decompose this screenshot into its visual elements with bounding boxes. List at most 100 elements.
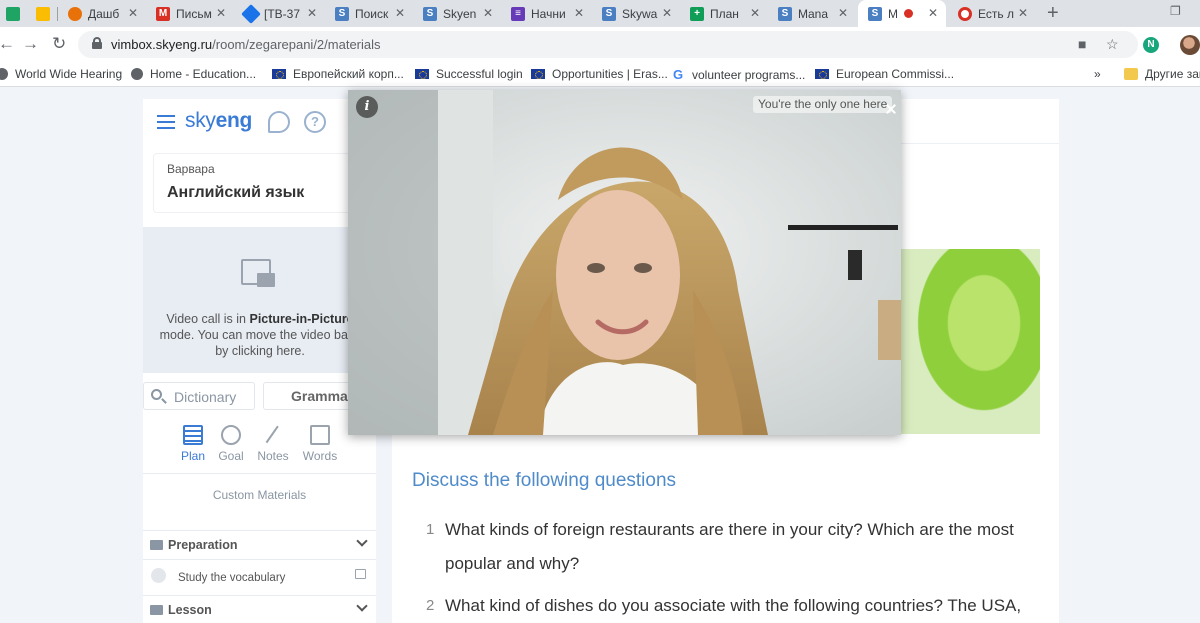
tab-10[interactable]: S Mana ✕ (768, 0, 856, 27)
bookmark-item[interactable]: Home - Education... (131, 67, 256, 81)
close-tab-icon[interactable]: ✕ (216, 6, 226, 20)
tab-9[interactable]: + План ✕ (680, 0, 768, 27)
bookmark-item[interactable]: World Wide Hearing (0, 67, 122, 81)
close-tab-icon[interactable]: ✕ (574, 6, 584, 20)
close-tab-icon[interactable]: ✕ (662, 6, 672, 20)
skyeng-logo[interactable]: skyeng (185, 109, 252, 133)
address-bar[interactable]: vimbox.skyeng.ru/room/zegarepani/2/mater… (78, 31, 1138, 58)
close-tab-icon[interactable]: ✕ (838, 6, 848, 20)
forward-icon[interactable]: → (22, 34, 39, 54)
picture-in-picture-icon (241, 259, 277, 291)
close-icon[interactable] (886, 104, 896, 114)
dictionary-search[interactable]: Dictionary (143, 382, 255, 410)
section-preparation[interactable]: Preparation (143, 530, 376, 558)
section-lesson[interactable]: Lesson (143, 595, 376, 623)
skyeng-s-icon: S (423, 6, 437, 21)
custom-materials-link[interactable]: Custom Materials (143, 488, 376, 502)
course-name: Английский язык (167, 184, 305, 201)
dash-icon (68, 6, 82, 21)
star-icon[interactable]: ☆ (1106, 36, 1119, 53)
lesson-item[interactable]: Study the vocabulary (143, 559, 376, 595)
folder-icon (1124, 68, 1138, 80)
tab-active[interactable]: S М ✕ (858, 0, 946, 27)
close-tab-icon[interactable]: ✕ (928, 6, 938, 20)
bookmark-item[interactable]: Opportunities | Eras... (531, 67, 668, 81)
question-number: 2 (426, 597, 435, 614)
browser-tab-strip: Дашб ✕ M Письм ✕ [ТВ-37 ✕ S Поиск ✕ S Sk… (0, 0, 1200, 27)
tab-6[interactable]: S Skyen ✕ (413, 0, 501, 27)
folder-icon (150, 540, 163, 550)
chevron-down-icon[interactable] (356, 535, 368, 547)
question-text: What kinds of foreign restaurants are th… (445, 520, 1014, 573)
tab-1[interactable] (26, 0, 58, 27)
diamond-icon (241, 3, 261, 24)
url-text[interactable]: vimbox.skyeng.ru/room/zegarepani/2/mater… (111, 37, 381, 52)
globe-icon (131, 68, 143, 80)
extension-n-icon[interactable]: N (1143, 37, 1159, 53)
recording-icon (904, 9, 913, 18)
skyeng-s-icon: S (868, 6, 882, 21)
lesson-image (900, 249, 1040, 434)
camera-icon[interactable]: ■ (1078, 36, 1086, 52)
video-feed (348, 90, 901, 435)
close-tab-icon[interactable]: ✕ (395, 6, 405, 20)
reload-icon[interactable]: ↻ (52, 34, 66, 54)
tab-4[interactable]: [ТВ-37 ✕ (234, 0, 325, 27)
folder-icon (150, 605, 163, 615)
chevron-down-icon[interactable] (356, 600, 368, 612)
tab-8[interactable]: S Skywa ✕ (592, 0, 680, 27)
status-dot-icon (151, 568, 166, 583)
pip-notice-text[interactable]: Video call is in Picture-in-Picture mode… (155, 311, 365, 359)
eu-flag-icon (531, 69, 545, 79)
participant-status: You're the only one here (753, 96, 893, 113)
question-number: 1 (426, 521, 435, 538)
close-tab-icon[interactable]: ✕ (128, 6, 138, 20)
section-title: Discuss the following questions (412, 470, 677, 491)
tab-goal[interactable]: Goal (209, 425, 253, 463)
info-icon[interactable]: i (356, 96, 378, 118)
tab-words[interactable]: Words (298, 425, 342, 463)
profile-avatar[interactable] (1180, 35, 1200, 55)
skyeng-s-icon: S (335, 6, 349, 21)
other-bookmarks-folder[interactable]: Другие зак (1124, 67, 1200, 81)
notes-icon (265, 425, 281, 445)
search-icon (151, 389, 162, 400)
skyeng-s-icon: S (602, 6, 616, 21)
chat-bubble-icon[interactable] (268, 111, 290, 133)
forms-icon: ≡ (511, 6, 525, 21)
bookmark-item[interactable]: Successful login (415, 67, 523, 81)
more-bookmarks-button[interactable]: » (1094, 67, 1101, 81)
browser-toolbar: ← → ↻ vimbox.skyeng.ru/room/zegarepani/2… (0, 27, 1200, 62)
sheets-icon: + (690, 6, 704, 21)
new-tab-button[interactable]: + (1047, 2, 1059, 25)
tab-11[interactable]: Есть л ✕ (948, 0, 1036, 27)
tab-0[interactable] (0, 0, 26, 27)
student-card[interactable]: Варвара Английский язык (153, 153, 368, 213)
eu-flag-icon (815, 69, 829, 79)
tab-7[interactable]: ≡ Начни ✕ (501, 0, 592, 27)
question-text: What kind of dishes do you associate wit… (445, 596, 1022, 615)
close-tab-icon[interactable]: ✕ (483, 6, 493, 20)
lock-icon (92, 37, 102, 49)
bookmark-item[interactable]: Европейский корп... (272, 67, 404, 81)
sidebar-tabs: Plan Goal Notes Words (143, 419, 376, 474)
bookmark-item[interactable]: European Commissi... (815, 67, 954, 81)
close-tab-icon[interactable]: ✕ (307, 6, 317, 20)
tab-3[interactable]: M Письм ✕ (146, 0, 234, 27)
plan-icon (183, 425, 203, 445)
drive-icon (36, 6, 50, 21)
lesson-sidebar: skyeng ? Варвара Английский язык Video c… (143, 99, 376, 623)
bookmark-item[interactable]: Gvolunteer programs... (673, 67, 805, 82)
back-icon[interactable]: ← (0, 34, 15, 54)
book-icon (355, 569, 366, 579)
hamburger-menu-icon[interactable] (157, 115, 175, 129)
close-tab-icon[interactable]: ✕ (750, 6, 760, 20)
tab-2[interactable]: Дашб ✕ (58, 0, 146, 27)
close-tab-icon[interactable]: ✕ (1018, 6, 1028, 20)
restore-window-icon[interactable]: ❐ (1170, 4, 1181, 18)
tab-5[interactable]: S Поиск ✕ (325, 0, 413, 27)
tab-notes[interactable]: Notes (251, 425, 295, 463)
help-icon[interactable]: ? (304, 111, 326, 133)
drive-icon (6, 6, 20, 21)
pip-video-window[interactable]: i You're the only one here (348, 90, 901, 435)
